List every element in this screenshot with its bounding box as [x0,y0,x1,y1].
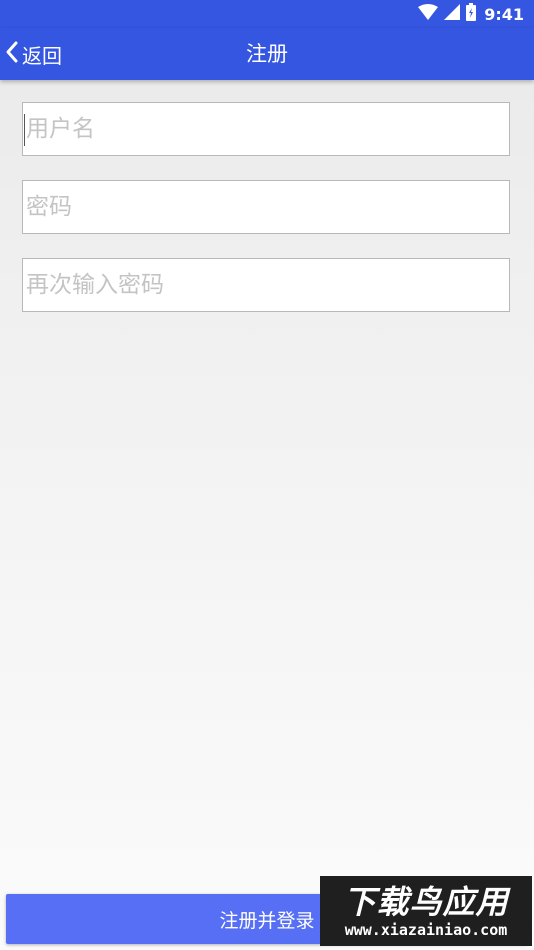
watermark-url: www.xiazainiao.com [344,921,508,939]
username-input[interactable] [22,102,510,156]
back-label: 返回 [22,43,62,68]
watermark-title: 下载鸟应用 [343,883,509,921]
page-title: 注册 [246,42,288,66]
battery-icon [466,3,477,25]
status-bar: 9:41 [0,0,534,28]
wifi-icon [418,4,439,24]
confirm-password-input[interactable] [22,258,510,312]
password-input[interactable] [22,180,510,234]
text-cursor [24,114,25,146]
watermark-logo: 下载鸟应用 www.xiazainiao.com [320,876,532,946]
app-bar: 返回 注册 [0,28,534,80]
cell-signal-icon [444,4,461,24]
chevron-left-icon [4,40,20,68]
status-time: 9:41 [484,4,524,24]
back-button[interactable]: 返回 [4,28,62,80]
status-icons: 9:41 [418,3,524,25]
register-and-login-label: 注册并登录 [219,909,315,932]
